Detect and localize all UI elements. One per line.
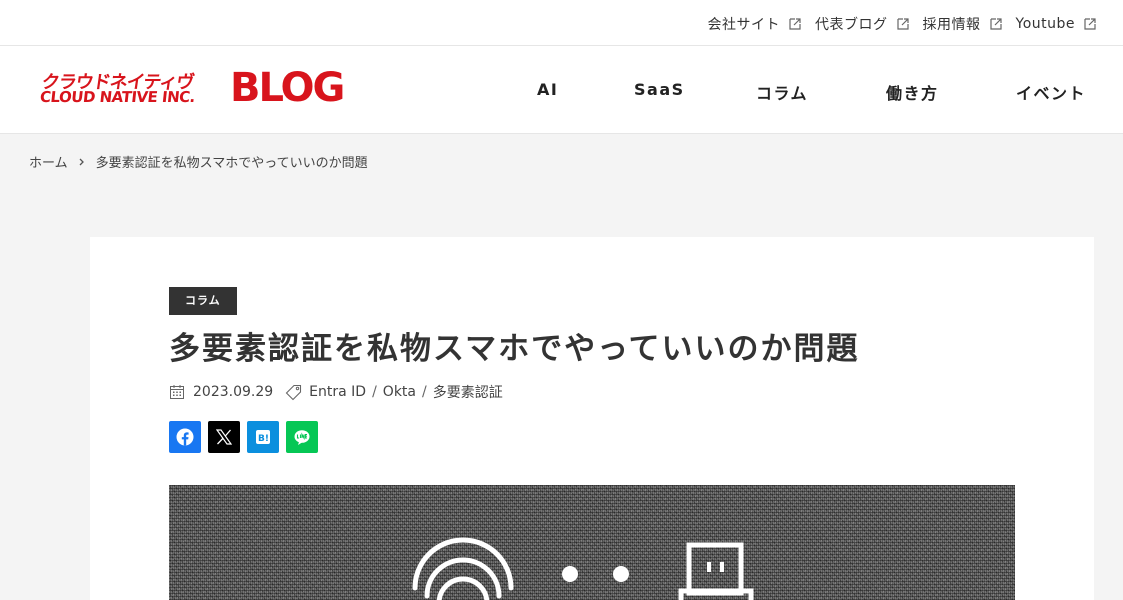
recruit-label: 採用情報	[922, 17, 981, 33]
ceo-blog-link[interactable]: 代表ブログ	[815, 14, 910, 34]
share-hatena-button[interactable]: B!	[247, 421, 279, 453]
tag-mfa[interactable]: 多要素認証	[433, 382, 503, 402]
publish-date: 2023.09.29	[193, 384, 274, 400]
line-icon	[294, 430, 310, 445]
calendar-icon	[170, 385, 184, 399]
tag-okta[interactable]: Okta	[383, 384, 416, 400]
share-facebook-button[interactable]	[169, 421, 201, 453]
category-badge[interactable]: コラム	[169, 287, 237, 315]
share-line-button[interactable]	[286, 421, 318, 453]
chevron-right-icon	[79, 158, 84, 165]
eyecatch-image	[169, 485, 1015, 600]
tag-separator: /	[422, 384, 427, 400]
article-meta: 2023.09.29 Entra ID / Okta / 多要素認証	[169, 382, 503, 402]
breadcrumb-current: 多要素認証を私物スマホでやっていいのか問題	[95, 156, 368, 171]
recruit-link[interactable]: 採用情報	[923, 14, 1003, 34]
nav-item-ai[interactable]: AI	[537, 80, 558, 99]
share-buttons: B!	[169, 421, 318, 453]
nav-item-column[interactable]: コラム	[756, 80, 808, 104]
youtube-link[interactable]: Youtube	[1016, 14, 1098, 34]
tag-icon	[285, 384, 302, 400]
tag-entra-id[interactable]: Entra ID	[309, 384, 366, 400]
company-site-link[interactable]: 会社サイト	[708, 14, 803, 34]
facebook-icon	[176, 428, 194, 446]
nav-item-saas[interactable]: SaaS	[634, 80, 685, 99]
breadcrumb-home[interactable]: ホーム	[29, 152, 68, 171]
nav-item-event[interactable]: イベント	[1016, 80, 1086, 104]
mfa-illustration	[412, 537, 754, 600]
password-dots-icon	[562, 566, 629, 582]
tag-separator: /	[372, 384, 377, 400]
site-header: クラウドネイティヴ CLOUD NATIVE INC. BLOG AI SaaS…	[0, 46, 1123, 134]
breadcrumb: ホーム 多要素認証を私物スマホでやっていいのか問題	[29, 152, 368, 171]
company-site-label: 会社サイト	[707, 17, 780, 33]
article-card: コラム 多要素認証を私物スマホでやっていいのか問題 2023.09.29 Ent…	[90, 237, 1094, 600]
external-link-icon	[1084, 18, 1096, 30]
share-x-button[interactable]	[208, 421, 240, 453]
x-icon	[216, 429, 232, 445]
youtube-label: Youtube	[1015, 16, 1075, 32]
external-links: 会社サイト 代表ブログ 採用情報 Youtube	[708, 14, 1098, 34]
fingerprint-icon	[412, 537, 514, 600]
article-title: 多要素認証を私物スマホでやっていいのか問題	[169, 331, 860, 367]
svg-text:B!: B!	[258, 434, 269, 444]
main-nav: AI SaaS コラム 働き方 イベント	[0, 80, 1123, 104]
ceo-blog-label: 代表ブログ	[815, 17, 888, 33]
security-key-icon	[678, 542, 754, 600]
hatena-bookmark-icon: B!	[256, 430, 270, 444]
top-utility-bar: 会社サイト 代表ブログ 採用情報 Youtube	[0, 0, 1123, 46]
external-link-icon	[789, 18, 801, 30]
external-link-icon	[896, 18, 909, 30]
external-link-icon	[989, 18, 1002, 30]
nav-item-workstyle[interactable]: 働き方	[886, 80, 939, 104]
